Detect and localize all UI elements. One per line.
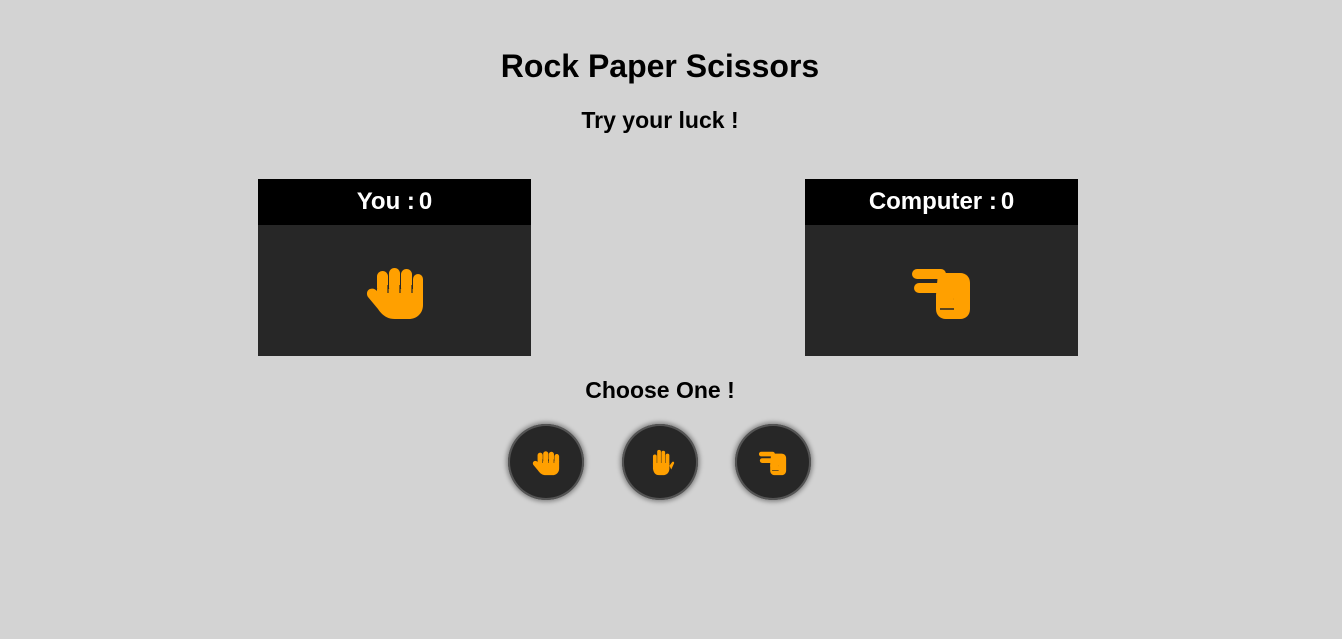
fist-icon xyxy=(363,259,427,323)
computer-panel: Computer : 0 xyxy=(805,179,1078,356)
player-label: You : xyxy=(356,188,415,215)
rock-button[interactable] xyxy=(508,424,584,500)
player-score: 0 xyxy=(418,188,433,215)
fist-icon xyxy=(531,447,561,477)
scissors-button[interactable] xyxy=(735,424,811,500)
page-subtitle: Try your luck ! xyxy=(581,107,739,133)
player-panel: You : 0 xyxy=(258,179,531,356)
game-page: Rock Paper Scissors Try your luck ! You … xyxy=(0,0,1342,639)
player-panel-header: You : 0 xyxy=(258,179,531,225)
computer-label: Computer : xyxy=(868,188,997,215)
computer-hand-display xyxy=(805,225,1078,356)
computer-score: 0 xyxy=(1000,188,1015,215)
computer-panel-header: Computer : 0 xyxy=(805,179,1078,225)
choose-prompt: Choose One ! xyxy=(585,377,735,403)
paper-button[interactable] xyxy=(622,424,698,500)
scissors-hand-icon xyxy=(910,259,974,323)
player-hand-display xyxy=(258,225,531,356)
scissors-hand-icon xyxy=(758,447,788,477)
open-hand-icon xyxy=(645,447,675,477)
page-title: Rock Paper Scissors xyxy=(500,48,820,84)
